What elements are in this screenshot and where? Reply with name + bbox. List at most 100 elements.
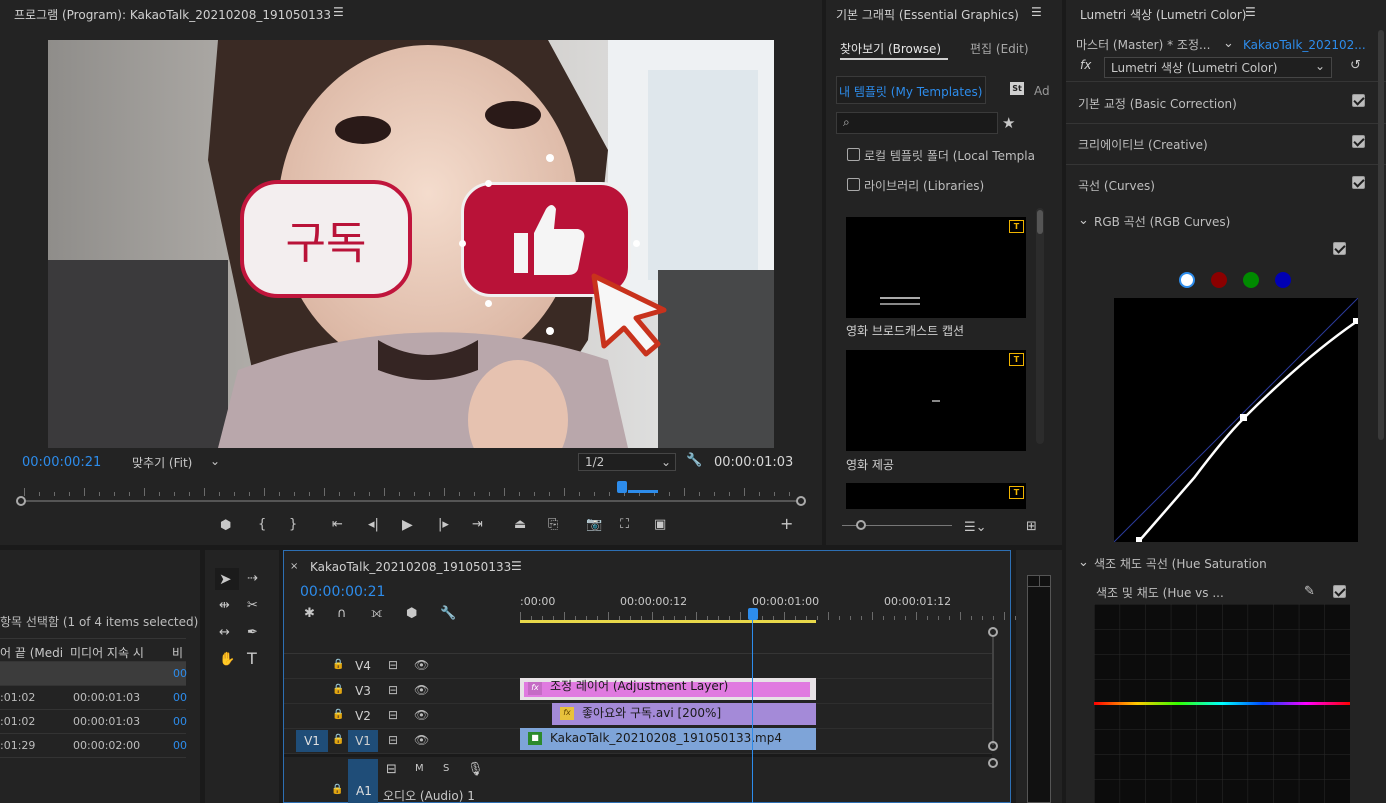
timeline-timecode[interactable]: 00:00:00:21 [300, 584, 385, 600]
adjustment-layer-clip[interactable]: fx 조정 레이어 (Adjustment Layer) [520, 678, 816, 700]
zoom-handle-audio[interactable] [988, 758, 998, 768]
program-timecode[interactable]: 00:00:00:21 [22, 455, 101, 470]
template-slider-handle[interactable] [856, 520, 866, 530]
type-tool-icon[interactable]: T [247, 651, 257, 667]
camera-icon[interactable]: 📷 [586, 517, 602, 533]
track-target-v4[interactable]: V4 [348, 655, 378, 677]
lock-icon[interactable]: 🔒 [332, 734, 344, 745]
table-row[interactable]: :01:29 00:00:02:00 00 [0, 734, 187, 758]
wrench-icon[interactable]: 🔧 [686, 453, 702, 469]
extract-icon[interactable]: ⎘ [548, 517, 558, 533]
marker-icon[interactable]: ⬢ [220, 518, 231, 534]
lock-icon[interactable]: 🔒 [332, 709, 344, 720]
panel-menu-icon[interactable]: ☰ [1245, 5, 1256, 19]
track-target-v1[interactable]: V1 [348, 730, 378, 752]
reset-icon[interactable]: ↺ [1350, 58, 1361, 74]
zoom-handle-top[interactable] [988, 627, 998, 637]
subscribe-graphic[interactable]: 구독 [240, 180, 412, 298]
panel-menu-icon[interactable]: ☰ [333, 5, 344, 19]
step-back-icon[interactable]: ◂| [368, 517, 379, 533]
panel-menu-icon[interactable]: ☰ [511, 559, 522, 573]
timeline-playhead[interactable] [748, 608, 758, 620]
sync-lock-icon[interactable]: ⊟ [386, 762, 397, 778]
chevron-down-icon[interactable]: ⌄ [1078, 555, 1089, 571]
timeline-settings-icon[interactable]: 🔧 [440, 606, 456, 622]
transform-handle[interactable] [485, 300, 492, 307]
table-row[interactable]: :01:02 00:00:01:03 00 [0, 710, 187, 734]
graphic-clip[interactable]: fx 좋아요와 구독.avi [200%] [552, 703, 816, 725]
program-video-frame[interactable]: 구독 [48, 40, 774, 448]
libraries-checkbox[interactable] [847, 178, 860, 191]
curves-checkbox[interactable] [1352, 176, 1365, 189]
templates-scrollbar[interactable] [1036, 208, 1044, 444]
eye-icon[interactable]: 👁 [414, 658, 429, 672]
channel-dot[interactable] [1275, 272, 1291, 288]
column-media-duration[interactable]: 미디어 지속 시 [70, 644, 144, 661]
local-templates-checkbox[interactable] [847, 148, 860, 161]
hand-tool-icon[interactable]: ✋ [219, 652, 235, 668]
adobe-stock-tab[interactable]: St Ad [988, 76, 1050, 104]
transform-handle[interactable] [546, 327, 554, 335]
transform-handle[interactable] [546, 154, 554, 162]
column-video[interactable]: 비 [172, 644, 183, 661]
close-icon[interactable]: × [290, 559, 298, 575]
razor-tool-icon[interactable]: ✂ [247, 598, 258, 614]
vertical-scroll-track[interactable] [992, 637, 994, 745]
tab-edit[interactable]: 편집 (Edit) [970, 40, 1029, 57]
table-row[interactable]: :01:02 00:00:01:03 00 [0, 686, 187, 710]
video-track-header[interactable]: 🔒 V3 ⊟ 👁 [284, 679, 520, 704]
master-clip-label[interactable]: 마스터 (Master) * 조정... [1076, 36, 1210, 53]
eye-icon[interactable]: 👁 [414, 708, 429, 722]
target-clip-label[interactable]: KakaoTalk_202102... [1243, 38, 1366, 52]
creative-checkbox[interactable] [1352, 135, 1365, 148]
effect-select[interactable]: Lumetri 색상 (Lumetri Color) ⌄ [1104, 57, 1332, 78]
ripple-edit-tool-icon[interactable]: ⇹ [219, 598, 230, 614]
track-target-v2[interactable]: V2 [348, 705, 378, 727]
snap-icon[interactable]: ∩ [337, 606, 347, 622]
template-thumb-2[interactable]: T [846, 350, 1026, 451]
video-track-header[interactable]: 🔒 V2 ⊟ 👁 [284, 704, 520, 729]
rgb-curves-checkbox[interactable] [1333, 242, 1346, 255]
go-to-out-icon[interactable]: ⇥ [472, 517, 483, 533]
playback-scrubber[interactable] [20, 500, 802, 502]
mark-out-icon[interactable]: } [289, 517, 297, 533]
nest-icon[interactable]: ✱ [304, 606, 315, 622]
list-view-icon[interactable]: ☰⌄ [964, 520, 987, 536]
lock-icon[interactable]: 🔒 [332, 659, 344, 670]
mark-in-icon[interactable]: { [258, 517, 266, 533]
mute-button[interactable]: M [415, 763, 424, 774]
add-button-icon[interactable]: + [780, 516, 793, 532]
eye-icon[interactable]: 👁 [414, 683, 429, 697]
section-curves[interactable]: 곡선 (Curves) [1066, 165, 1376, 205]
panel-menu-icon[interactable]: ☰ [1031, 5, 1042, 19]
channel-dot[interactable] [1243, 272, 1259, 288]
work-area-bar[interactable] [520, 620, 816, 623]
scrub-end-handle[interactable] [796, 496, 806, 506]
scrub-start-handle[interactable] [16, 496, 26, 506]
tab-browse[interactable]: 찾아보기 (Browse) [840, 40, 941, 57]
program-playhead[interactable] [616, 481, 627, 493]
sequence-tab[interactable]: KakaoTalk_20210208_191050133 [310, 560, 511, 574]
track-lane[interactable] [520, 654, 992, 679]
slip-tool-icon[interactable]: ↔ [219, 625, 230, 641]
new-item-icon[interactable]: ⊞ [1026, 519, 1037, 535]
my-templates-tab[interactable]: 내 템플릿 (My Templates) [836, 76, 986, 104]
lock-icon[interactable]: 🔒 [331, 782, 343, 798]
section-creative[interactable]: 크리에이티브 (Creative) [1066, 124, 1376, 164]
linked-selection-icon[interactable]: ⟗ [371, 606, 382, 622]
compare-icon[interactable]: ▣ [654, 517, 666, 533]
lock-icon[interactable]: 🔒 [332, 684, 344, 695]
eyedropper-icon[interactable]: ✎ [1304, 584, 1315, 600]
template-thumb-3[interactable]: T [846, 483, 1026, 509]
go-to-in-icon[interactable]: ⇤ [332, 517, 343, 533]
transform-handle[interactable] [633, 240, 640, 247]
hue-vs-sat-graph[interactable] [1094, 604, 1350, 803]
channel-dot[interactable] [1179, 272, 1195, 288]
resolution-dropdown[interactable]: 1/2 ⌄ [578, 453, 676, 471]
sync-lock-icon[interactable]: ⊟ [388, 658, 398, 672]
chevron-down-icon[interactable]: ⌄ [1223, 36, 1234, 52]
section-basic-correction[interactable]: 기본 교정 (Basic Correction) [1066, 82, 1376, 122]
solo-button[interactable]: S [443, 763, 449, 774]
track-target-v3[interactable]: V3 [348, 680, 378, 702]
chevron-down-icon[interactable]: ⌄ [1078, 213, 1089, 229]
